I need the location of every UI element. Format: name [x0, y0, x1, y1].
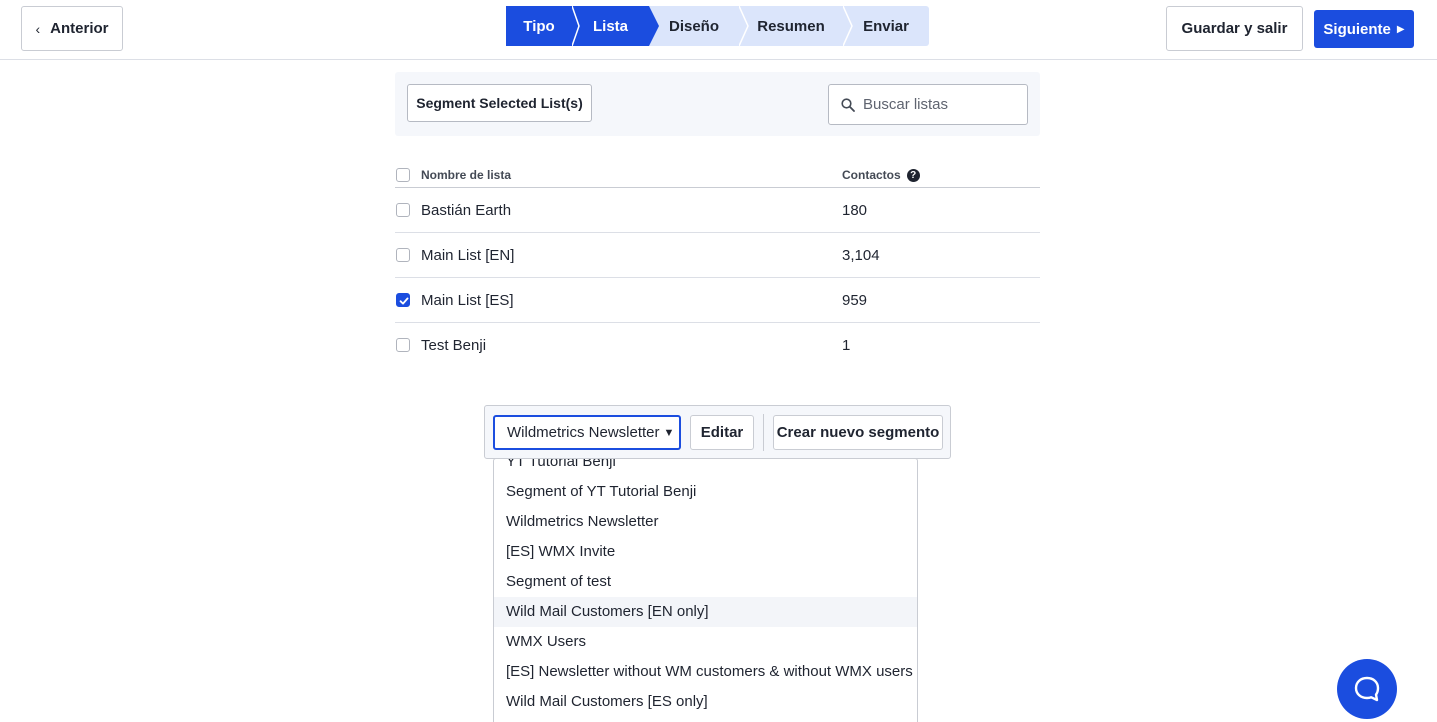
caret-down-icon: ▼ [663, 426, 675, 439]
next-button[interactable]: Siguiente ▶ [1314, 10, 1414, 48]
table-row[interactable]: Main List [EN] 3,104 [395, 233, 1040, 278]
list-contacts: 180 [842, 202, 868, 219]
table-row[interactable]: Bastián Earth 180 [395, 188, 1040, 233]
step-lista[interactable]: Lista [572, 6, 659, 46]
row-checkbox[interactable] [396, 203, 410, 217]
wizard-steps: Tipo Lista Diseño Resumen Enviar [506, 6, 929, 46]
list-toolbar: Segment Selected List(s) [395, 72, 1040, 136]
top-header: ‹ Anterior Tipo Lista Diseño Resumen Env… [0, 0, 1437, 60]
caret-right-icon: ▶ [1396, 23, 1405, 35]
row-checkbox[interactable] [396, 338, 410, 352]
search-icon [841, 97, 855, 112]
next-button-label: Siguiente [1323, 20, 1391, 38]
dropdown-option[interactable]: [ES] Newsletter without WM customers & w… [494, 657, 917, 687]
row-checkbox[interactable] [396, 248, 410, 262]
chevron-left-icon: ‹ [35, 20, 41, 37]
dropdown-option-hovered[interactable]: Wild Mail Customers [EN only] [494, 597, 917, 627]
column-header-contacts: Contactos ? [842, 168, 920, 182]
segment-selected-lists-button[interactable]: Segment Selected List(s) [407, 84, 592, 122]
list-name: Main List [EN] [421, 247, 515, 264]
column-header-name: Nombre de lista [421, 168, 512, 182]
step-arrow-icon [739, 6, 749, 46]
step-diseno[interactable]: Diseño [649, 6, 749, 46]
segment-options: YT Tutorial Benji Segment of YT Tutorial… [494, 459, 917, 717]
dropdown-option[interactable]: Wild Mail Customers [ES only] [494, 687, 917, 717]
dropdown-option[interactable]: WMX Users [494, 627, 917, 657]
chat-bubble-icon [1354, 676, 1380, 702]
dropdown-option[interactable]: Segment of YT Tutorial Benji [494, 477, 917, 507]
search-lists-box[interactable] [828, 84, 1028, 125]
list-name: Test Benji [421, 337, 487, 354]
list-contacts: 959 [842, 292, 868, 309]
table-header: Nombre de lista Contactos ? [395, 160, 1040, 188]
step-enviar[interactable]: Enviar [843, 6, 929, 46]
dropdown-option[interactable]: YT Tutorial Benji [494, 459, 917, 477]
dropdown-option[interactable]: Wildmetrics Newsletter [494, 507, 917, 537]
dropdown-option[interactable]: Segment of test [494, 567, 917, 597]
row-checkbox-checked[interactable] [396, 293, 410, 307]
step-arrow-icon [572, 6, 582, 46]
table-row[interactable]: Main List [ES] 959 [395, 278, 1040, 323]
list-name: Main List [ES] [421, 292, 514, 309]
previous-button[interactable]: ‹ Anterior [21, 6, 123, 51]
list-contacts: 3,104 [842, 247, 880, 264]
create-segment-button[interactable]: Crear nuevo segmento [773, 415, 943, 450]
previous-button-label: Anterior [50, 20, 109, 37]
save-and-exit-button[interactable]: Guardar y salir [1166, 6, 1303, 51]
list-name: Bastián Earth [421, 202, 512, 219]
chat-launcher-button[interactable] [1337, 659, 1397, 719]
segment-select-value: Wildmetrics Newsletter [507, 424, 660, 441]
segment-select[interactable]: Wildmetrics Newsletter ▼ [493, 415, 681, 450]
step-arrow-icon [649, 6, 659, 46]
segment-dropdown: YT Tutorial Benji Segment of YT Tutorial… [493, 458, 918, 722]
step-arrow-icon [843, 6, 853, 46]
divider [763, 414, 764, 451]
step-resumen[interactable]: Resumen [739, 6, 853, 46]
question-circle-icon[interactable]: ? [906, 168, 920, 182]
select-all-checkbox[interactable] [396, 168, 410, 182]
checkmark-icon [399, 297, 409, 305]
list-contacts: 1 [842, 337, 851, 354]
step-tipo[interactable]: Tipo [506, 6, 582, 46]
table-row[interactable]: Test Benji 1 [395, 323, 1040, 368]
edit-segment-button[interactable]: Editar [690, 415, 754, 450]
lists-table: Nombre de lista Contactos ? Bastián Eart… [395, 160, 1040, 368]
dropdown-option[interactable]: [ES] WMX Invite [494, 537, 917, 567]
segment-bar: Wildmetrics Newsletter ▼ Editar Crear nu… [484, 405, 951, 459]
search-lists-input[interactable] [863, 96, 1013, 113]
